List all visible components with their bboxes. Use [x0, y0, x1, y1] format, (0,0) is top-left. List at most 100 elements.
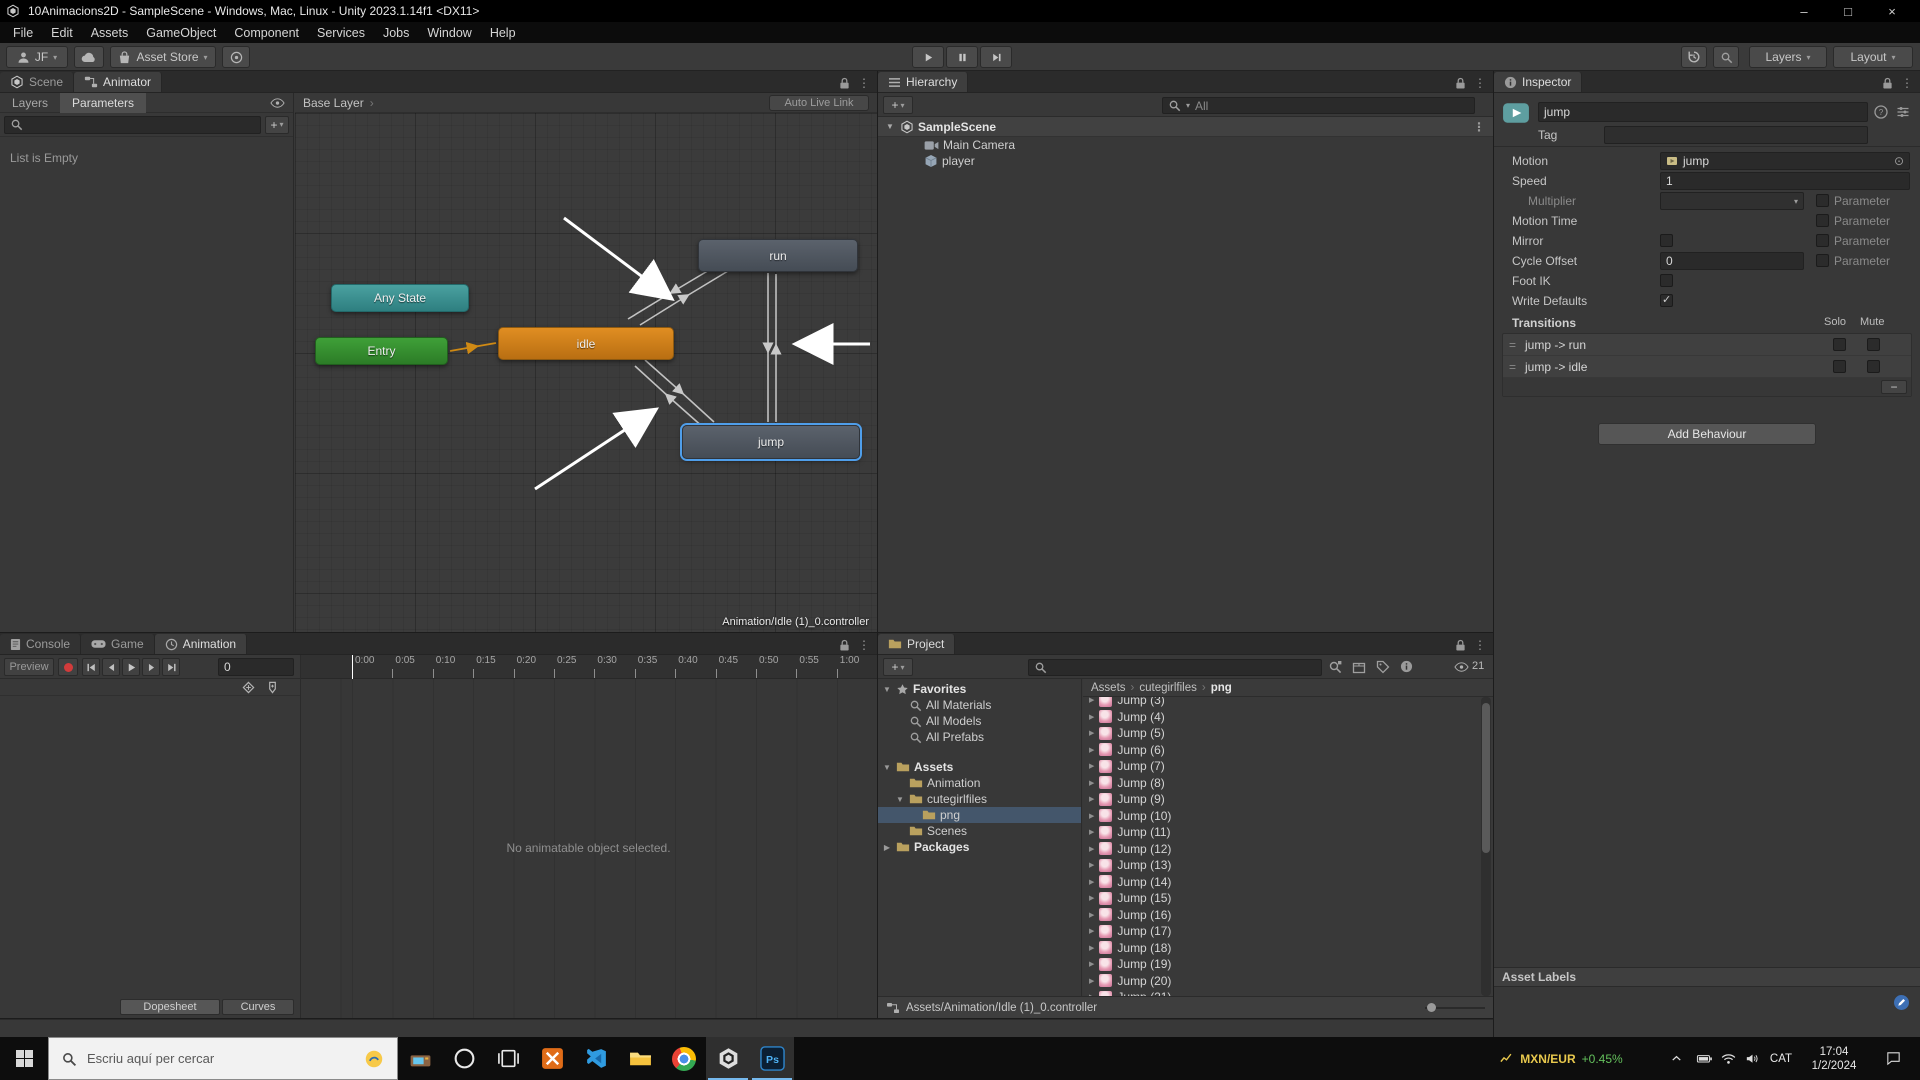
expand-arrow[interactable]: ▶ — [1089, 828, 1094, 836]
tab-hierarchy[interactable]: Hierarchy — [878, 72, 968, 92]
expand-arrow[interactable]: ▶ — [1089, 911, 1094, 919]
layout-dropdown[interactable]: Layout▾ — [1833, 46, 1913, 68]
expand-arrow[interactable]: ▶ — [1089, 944, 1094, 952]
breadcrumb-png[interactable]: png — [1211, 682, 1232, 694]
tab-parameters[interactable]: Parameters — [60, 93, 146, 113]
tab-layers[interactable]: Layers — [0, 93, 60, 113]
lock-icon[interactable] — [839, 77, 850, 90]
create-asset-button[interactable]: +▾ — [883, 658, 913, 676]
asset-item-jump-8[interactable]: ▶Jump (8) — [1083, 775, 1463, 791]
breadcrumb-cutegirlfiles[interactable]: cutegirlfiles — [1139, 682, 1197, 694]
breadcrumb-assets[interactable]: Assets — [1091, 682, 1126, 694]
parameter-search-input[interactable] — [4, 116, 261, 134]
taskbar-cortana-button[interactable] — [442, 1037, 486, 1080]
project-tree-item-scenes[interactable]: Scenes — [878, 823, 1081, 839]
tab-game[interactable]: Game — [81, 634, 155, 654]
project-tree-item-assets[interactable]: ▼Assets — [878, 759, 1081, 775]
label-icon[interactable] — [1376, 660, 1390, 674]
asset-item-jump-3[interactable]: ▶Jump (3) — [1083, 697, 1463, 708]
tray-expand-button[interactable] — [1664, 1037, 1688, 1080]
object-picker-icon[interactable]: ⊙ — [1894, 154, 1904, 168]
minimize-button[interactable]: – — [1782, 0, 1826, 22]
global-search-button[interactable] — [1713, 46, 1739, 68]
multiplier-dropdown[interactable]: ▾ — [1660, 192, 1804, 210]
record-button[interactable] — [58, 658, 78, 676]
info-icon[interactable] — [1400, 660, 1413, 673]
menu-window[interactable]: Window — [418, 22, 480, 43]
cloud-button[interactable] — [74, 46, 104, 68]
scrollbar-thumb[interactable] — [1482, 703, 1490, 853]
breadcrumb[interactable]: Base Layer — [303, 96, 364, 110]
auto-live-link-button[interactable]: Auto Live Link — [769, 95, 869, 111]
foldout-arrow[interactable]: ▼ — [882, 685, 892, 694]
language-indicator[interactable]: CAT — [1766, 1037, 1796, 1080]
menu-edit[interactable]: Edit — [42, 22, 82, 43]
layers-dropdown[interactable]: Layers▾ — [1749, 46, 1827, 68]
expand-arrow[interactable]: ▶ — [1089, 746, 1094, 754]
drag-handle-icon[interactable]: = — [1509, 360, 1516, 374]
lock-icon[interactable] — [1455, 639, 1466, 652]
expand-arrow[interactable]: ▶ — [1089, 729, 1094, 737]
hierarchy-item-main-camera[interactable]: Main Camera — [878, 137, 1493, 153]
asset-item-jump-5[interactable]: ▶Jump (5) — [1083, 725, 1463, 741]
step-button[interactable] — [980, 46, 1012, 68]
asset-item-jump-12[interactable]: ▶Jump (12) — [1083, 841, 1463, 857]
asset-item-jump-7[interactable]: ▶Jump (7) — [1083, 758, 1463, 774]
multiplier-parameter-checkbox[interactable] — [1816, 194, 1829, 207]
solo-checkbox[interactable] — [1833, 360, 1846, 373]
preview-toggle[interactable]: Preview — [4, 658, 54, 676]
asset-item-jump-20[interactable]: ▶Jump (20) — [1083, 973, 1463, 989]
state-node-run[interactable]: run — [698, 239, 858, 272]
lock-icon[interactable] — [1882, 77, 1893, 90]
motion-field[interactable]: jump ⊙ — [1660, 152, 1910, 170]
cycle-offset-parameter-checkbox[interactable] — [1816, 254, 1829, 267]
expand-arrow[interactable]: ▶ — [1089, 795, 1094, 803]
hierarchy-item-player[interactable]: player — [878, 153, 1493, 169]
asset-item-jump-9[interactable]: ▶Jump (9) — [1083, 791, 1463, 807]
asset-item-jump-10[interactable]: ▶Jump (10) — [1083, 808, 1463, 824]
create-object-button[interactable]: +▾ — [883, 96, 913, 114]
asset-item-jump-11[interactable]: ▶Jump (11) — [1083, 824, 1463, 840]
menu-file[interactable]: File — [4, 22, 42, 43]
close-button[interactable]: × — [1870, 0, 1914, 22]
menu-gameobject[interactable]: GameObject — [137, 22, 225, 43]
asset-store-button[interactable]: Asset Store▾ — [110, 46, 216, 68]
mute-checkbox[interactable] — [1867, 338, 1880, 351]
maximize-button[interactable]: □ — [1826, 0, 1870, 22]
solo-checkbox[interactable] — [1833, 338, 1846, 351]
project-search-input[interactable] — [1028, 659, 1322, 676]
mirror-parameter-checkbox[interactable] — [1816, 234, 1829, 247]
clock[interactable]: 17:04 1/2/2024 — [1798, 1037, 1870, 1080]
taskbar-search-input[interactable]: Escriu aquí per cercar — [48, 1037, 398, 1080]
state-name-field[interactable]: jump — [1538, 102, 1868, 122]
column-divider[interactable] — [300, 655, 301, 1018]
target-button[interactable] — [222, 46, 250, 68]
tab-animator[interactable]: Animator — [74, 72, 162, 92]
panel-menu-icon[interactable]: ⋮ — [1901, 76, 1913, 90]
expand-arrow[interactable]: ▶ — [1089, 960, 1094, 968]
timeline-ruler[interactable]: 0:000:050:100:150:200:250:300:350:400:45… — [300, 655, 877, 679]
project-tree-item-animation[interactable]: Animation — [878, 775, 1081, 791]
mute-checkbox[interactable] — [1867, 360, 1880, 373]
tab-animation[interactable]: Animation — [155, 634, 247, 654]
tag-field[interactable] — [1604, 126, 1868, 144]
panel-menu-icon[interactable]: ⋮ — [858, 638, 870, 652]
expand-arrow[interactable]: ▶ — [1089, 861, 1094, 869]
menu-jobs[interactable]: Jobs — [374, 22, 418, 43]
taskbar-file-explorer-button[interactable] — [618, 1037, 662, 1080]
project-tree-item-cutegirlfiles[interactable]: ▼cutegirlfiles — [878, 791, 1081, 807]
add-parameter-button[interactable]: +▾ — [265, 116, 289, 134]
prev-key-button[interactable] — [102, 658, 120, 676]
state-machine-graph[interactable]: runAny StateidleEntryjump Animation/Idle… — [295, 113, 877, 632]
expand-arrow[interactable]: ▶ — [1089, 894, 1094, 902]
foot-ik-checkbox[interactable] — [1660, 274, 1673, 287]
volume-indicator[interactable] — [1740, 1037, 1764, 1080]
expand-arrow[interactable]: ▶ — [1089, 812, 1094, 820]
asset-item-jump-18[interactable]: ▶Jump (18) — [1083, 940, 1463, 956]
transition-jump-run[interactable]: =jump -> run — [1503, 334, 1911, 356]
scrollbar[interactable] — [1481, 697, 1491, 996]
speed-field[interactable]: 1 — [1660, 172, 1910, 190]
asset-item-jump-17[interactable]: ▶Jump (17) — [1083, 923, 1463, 939]
asset-item-jump-13[interactable]: ▶Jump (13) — [1083, 857, 1463, 873]
stock-widget[interactable]: MXN/EUR +0.45% — [1496, 1037, 1626, 1080]
